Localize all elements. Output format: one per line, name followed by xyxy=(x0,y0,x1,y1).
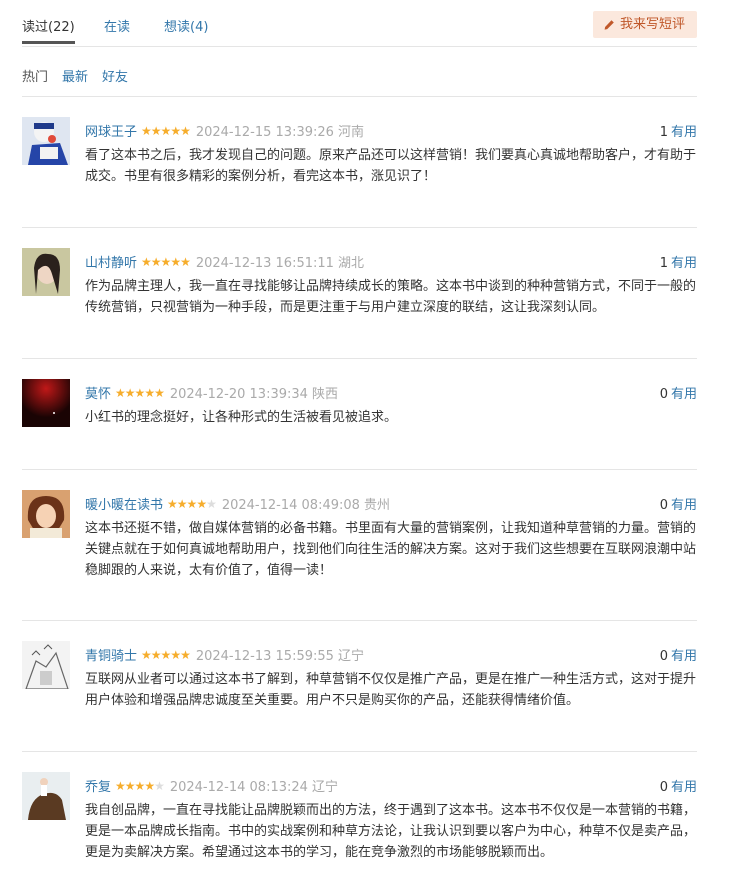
star-filled-icon: ★ xyxy=(170,647,181,662)
star-filled-icon: ★ xyxy=(196,496,207,511)
review-username[interactable]: 暖小暖在读书 xyxy=(85,494,163,513)
write-review-button[interactable]: 我来写短评 xyxy=(592,11,697,38)
review-item: 网球王子 ★ ★ ★ ★ ★ 2024-12-15 13:39:26 河南 1 有用 看了… xyxy=(22,97,697,228)
star-filled-icon: ★ xyxy=(150,647,162,662)
useful-votes: 0 有用 xyxy=(660,494,697,513)
useful-button[interactable]: 有用 xyxy=(671,780,697,795)
sort-latest[interactable]: 最新 xyxy=(62,66,88,85)
review-username[interactable]: 莫怀 xyxy=(85,383,111,402)
review-content: 我自创品牌，一直在寻找能让品牌脱颖而出的方法，终于遇到了这本书。这本书不仅仅是一… xyxy=(85,803,697,860)
avatar[interactable] xyxy=(22,248,70,296)
review-item: 乔复 ★ ★ ★ ★ ★ 2024-12-14 08:13:24 辽宁 0 有用 我自创品… xyxy=(22,752,697,886)
review-time: 2024-12-13 16:51:11 湖北 xyxy=(195,256,365,271)
avatar[interactable] xyxy=(22,490,70,538)
review-username[interactable]: 网球王子 xyxy=(85,121,137,140)
useful-count: 1 xyxy=(659,125,668,140)
star-filled-icon: ★ xyxy=(124,385,136,400)
star-filled-icon: ★ xyxy=(180,123,191,138)
useful-button[interactable]: 有用 xyxy=(671,256,697,271)
star-filled-icon: ★ xyxy=(141,123,152,138)
review-content: 看了这本书之后，我才发现自己的问题。原来产品还可以这样营销！我们要真心真诚地帮助… xyxy=(85,148,697,184)
star-filled-icon: ★ xyxy=(160,123,172,138)
star-empty-icon: ★ xyxy=(154,778,165,793)
star-filled-icon: ★ xyxy=(180,254,191,269)
useful-button[interactable]: 有用 xyxy=(671,387,697,402)
review-item: 山村静听 ★ ★ ★ ★ ★ 2024-12-13 16:51:11 湖北 1 有用 作为… xyxy=(22,228,697,359)
avatar[interactable] xyxy=(22,379,70,427)
rating-stars: ★ ★ ★ ★ ★ xyxy=(167,496,217,511)
star-empty-icon: ★ xyxy=(206,496,217,511)
review-item: 莫怀 ★ ★ ★ ★ ★ 2024-12-20 13:39:34 陕西 0 有用 小红书的… xyxy=(22,359,697,470)
star-filled-icon: ★ xyxy=(150,123,162,138)
review-time: 2024-12-14 08:13:24 辽宁 xyxy=(169,780,339,795)
star-filled-icon: ★ xyxy=(160,647,172,662)
star-filled-icon: ★ xyxy=(160,254,172,269)
star-filled-icon: ★ xyxy=(144,385,155,400)
review-content: 这本书还挺不错，做自媒体营销的必备书籍。书里面有大量的营销案例，让我知道种草营销… xyxy=(85,521,697,578)
write-review-label: 我来写短评 xyxy=(619,17,685,32)
star-filled-icon: ★ xyxy=(170,254,181,269)
useful-votes: 0 有用 xyxy=(660,645,697,664)
review-content: 小红书的理念挺好，让各种形式的生活被看见被追求。 xyxy=(85,410,398,425)
avatar[interactable] xyxy=(22,117,70,165)
star-filled-icon: ★ xyxy=(186,496,198,511)
avatar[interactable] xyxy=(22,641,70,689)
star-filled-icon: ★ xyxy=(170,123,181,138)
useful-button[interactable]: 有用 xyxy=(671,498,697,513)
rating-stars: ★ ★ ★ ★ ★ xyxy=(115,778,165,793)
pencil-icon xyxy=(604,19,614,30)
star-filled-icon: ★ xyxy=(141,254,152,269)
useful-count: 1 xyxy=(659,256,668,271)
star-filled-icon: ★ xyxy=(180,647,191,662)
useful-button[interactable]: 有用 xyxy=(671,125,697,140)
review-item: 暖小暖在读书 ★ ★ ★ ★ ★ 2024-12-14 08:49:08 贵州 0 有用 … xyxy=(22,470,697,621)
rating-stars: ★ ★ ★ ★ ★ xyxy=(141,647,191,662)
tab-reading[interactable]: 在读 xyxy=(104,16,130,35)
review-username[interactable]: 乔复 xyxy=(85,776,111,795)
star-filled-icon: ★ xyxy=(124,778,136,793)
avatar[interactable] xyxy=(22,772,70,820)
star-filled-icon: ★ xyxy=(144,778,155,793)
useful-count: 0 xyxy=(659,387,668,402)
useful-votes: 1 有用 xyxy=(660,252,697,271)
star-filled-icon: ★ xyxy=(154,385,165,400)
star-filled-icon: ★ xyxy=(134,778,146,793)
rating-stars: ★ ★ ★ ★ ★ xyxy=(141,254,191,269)
star-filled-icon: ★ xyxy=(141,647,152,662)
useful-count: 0 xyxy=(659,498,668,513)
review-time: 2024-12-20 13:39:34 陕西 xyxy=(169,387,339,402)
review-time: 2024-12-13 15:59:55 辽宁 xyxy=(195,649,365,664)
tab-want[interactable]: 想读(4) xyxy=(164,16,208,35)
sort-friends[interactable]: 好友 xyxy=(102,66,128,85)
review-time: 2024-12-14 08:49:08 贵州 xyxy=(221,498,391,513)
star-filled-icon: ★ xyxy=(115,385,126,400)
comments-panel: 读过(22) 在读 想读(4) 我来写短评 热门 最新 好友 网球王子 ★ ★ ★ ★… xyxy=(22,0,697,886)
review-content: 互联网从业者可以通过这本书了解到，种草营销不仅仅是推广产品，更是在推广一种生活方… xyxy=(85,672,697,708)
sort-hot[interactable]: 热门 xyxy=(22,66,48,85)
rating-stars: ★ ★ ★ ★ ★ xyxy=(141,123,191,138)
star-filled-icon: ★ xyxy=(167,496,178,511)
sort-options: 热门 最新 好友 xyxy=(22,47,697,97)
useful-count: 0 xyxy=(659,780,668,795)
review-time: 2024-12-15 13:39:26 河南 xyxy=(195,125,365,140)
review-username[interactable]: 青铜骑士 xyxy=(85,645,137,664)
star-filled-icon: ★ xyxy=(150,254,162,269)
star-filled-icon: ★ xyxy=(115,778,126,793)
review-item: 青铜骑士 ★ ★ ★ ★ ★ 2024-12-13 15:59:55 辽宁 0 有用 互联… xyxy=(22,621,697,752)
useful-button[interactable]: 有用 xyxy=(671,649,697,664)
useful-votes: 0 有用 xyxy=(660,776,697,795)
rating-stars: ★ ★ ★ ★ ★ xyxy=(115,385,165,400)
star-filled-icon: ★ xyxy=(134,385,146,400)
star-filled-icon: ★ xyxy=(176,496,188,511)
status-tabs: 读过(22) 在读 想读(4) 我来写短评 xyxy=(22,0,697,47)
tab-read[interactable]: 读过(22) xyxy=(22,16,75,44)
useful-votes: 0 有用 xyxy=(660,383,697,402)
useful-votes: 1 有用 xyxy=(660,121,697,140)
useful-count: 0 xyxy=(659,649,668,664)
review-content: 作为品牌主理人，我一直在寻找能够让品牌持续成长的策略。这本书中谈到的种种营销方式… xyxy=(85,279,697,315)
review-username[interactable]: 山村静听 xyxy=(85,252,137,271)
